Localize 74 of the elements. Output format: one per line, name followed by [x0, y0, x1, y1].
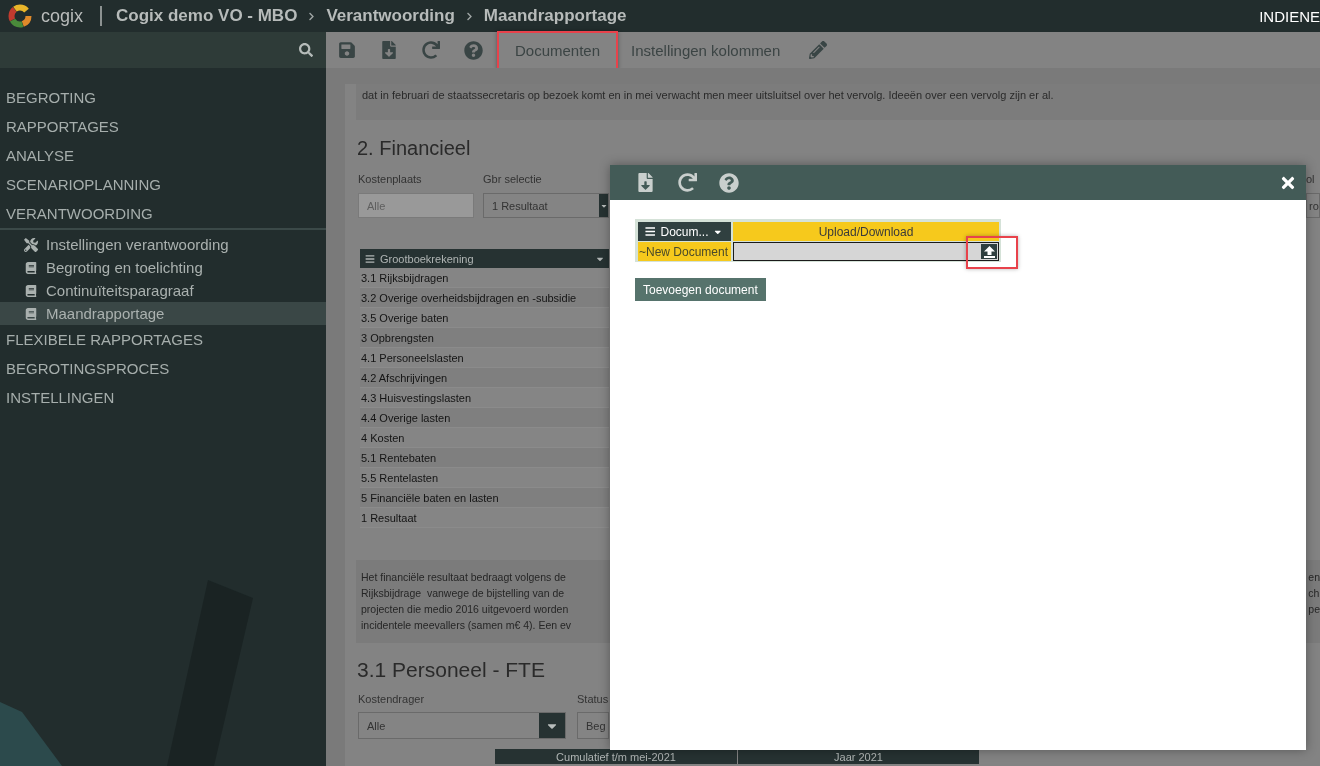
- paragraph-text: Het financiële resultaat bedraagt volgens de: [361, 570, 567, 585]
- table-cell: ~New Document: [638, 242, 731, 261]
- field-label: Kostenplaats: [358, 172, 423, 186]
- table-cell: 4.2 Afschrijvingen: [360, 368, 609, 388]
- select-field[interactable]: 1 Resultaat: [483, 193, 609, 218]
- column-menu-button[interactable]: Docum...: [638, 222, 731, 241]
- decorative-corner: [0, 702, 62, 766]
- menu-icon: [365, 253, 375, 264]
- field-label: ol: [1306, 172, 1316, 186]
- paragraph-text: dat in februari de staatssecretaris op bezoek komt en in mei verwacht men meer uitsluitsel over het vervolg. Ideeën over een vervolg zijn er al.: [356, 84, 1320, 120]
- file-field[interactable]: [733, 242, 999, 261]
- search-icon[interactable]: [299, 43, 313, 57]
- section-title: 2. Financieel: [357, 136, 471, 160]
- table-cell: 5.1 Rentebaten: [360, 448, 609, 468]
- column-header[interactable]: Grootboekrekening: [360, 249, 609, 268]
- file-download-icon: [380, 41, 398, 59]
- table-cell: 3.2 Overige overheidsbijdragen en -subsidie: [360, 288, 609, 308]
- sidebar-subitem[interactable]: Begroting en toelichting: [0, 256, 326, 279]
- sidebar-item[interactable]: BEGROTINGSPROCES: [0, 354, 326, 383]
- help-icon: [719, 172, 739, 193]
- help-icon: [463, 40, 483, 60]
- help-button[interactable]: [461, 38, 485, 62]
- refresh-button[interactable]: [675, 170, 699, 195]
- column-header: Cumulatief t/m mei-2021: [495, 749, 737, 764]
- sidebar-item[interactable]: SCENARIOPLANNING: [0, 170, 326, 199]
- add-document-button[interactable]: Toevoegen document: [635, 278, 766, 301]
- save-icon: [338, 41, 356, 59]
- select-field[interactable]: Alle: [358, 712, 566, 739]
- table-cell: 4.4 Overige lasten: [360, 408, 609, 428]
- sidebar-subitem[interactable]: Maandrapportage: [0, 302, 326, 325]
- refresh-icon: [677, 173, 697, 192]
- breadcrumb-link[interactable]: Maandrapportage: [483, 6, 627, 26]
- breadcrumb-link[interactable]: Cogix demo VO - MBO: [116, 6, 298, 26]
- column-header: Upload/Download: [733, 222, 999, 241]
- book-icon: [25, 284, 37, 297]
- sidebar-item[interactable]: FLEXIBELE RAPPORTAGES: [0, 325, 326, 354]
- upload-button[interactable]: [981, 244, 997, 259]
- chevron-right-icon: [307, 11, 317, 21]
- breadcrumb-link[interactable]: Verantwoording: [326, 6, 455, 26]
- file-download-icon: [635, 173, 655, 192]
- paragraph-text: incidentele meevallers (samen m€ 4). Een ev: [361, 618, 572, 633]
- sidebar-subitem[interactable]: Continuïteitsparagraaf: [0, 279, 326, 302]
- help-button[interactable]: [717, 170, 741, 195]
- tools-icon: [24, 237, 38, 252]
- table-cell: 3 Opbrengsten: [360, 328, 609, 348]
- paragraph-text: projecten die medio 2016 uitgevoerd worden: [361, 602, 570, 617]
- paragraph-text: Rijksbijdrage vanwege de bijstelling van de: [361, 586, 566, 601]
- sidebar-item[interactable]: RAPPORTAGES: [0, 112, 326, 141]
- submit-link[interactable]: INDIENE: [1259, 7, 1320, 25]
- sidebar-subitem[interactable]: Instellingen verantwoording: [0, 233, 326, 256]
- menu-icon: [645, 226, 656, 237]
- sidebar-item[interactable]: VERANTWOORDING: [0, 199, 326, 230]
- sidebar-item[interactable]: INSTELLINGEN: [0, 383, 326, 412]
- paragraph-text: ch: [1308, 586, 1320, 601]
- paragraph-text: pe: [1308, 602, 1320, 617]
- sidebar-item[interactable]: BEGROTING: [0, 83, 326, 112]
- refresh-icon: [422, 41, 440, 59]
- book-icon: [25, 261, 37, 274]
- chevron-right-icon: [464, 11, 474, 21]
- upload-icon: [983, 245, 995, 258]
- brand-name: cogix: [41, 5, 84, 27]
- field-label: Gbr selectie: [483, 172, 543, 186]
- table-cell: 5 Financiële baten en lasten: [360, 488, 609, 508]
- sidebar-item[interactable]: ANALYSE: [0, 141, 326, 170]
- logo-icon: [8, 4, 32, 28]
- field-label: Status: [577, 692, 609, 706]
- book-icon: [25, 307, 37, 320]
- paragraph-text: en: [1308, 570, 1320, 585]
- refresh-button[interactable]: [419, 38, 443, 62]
- pencil-icon: [809, 41, 828, 59]
- section-title: 3.1 Personeel - FTE: [357, 658, 545, 682]
- field-label: Kostendrager: [358, 692, 426, 706]
- input-field[interactable]: ro: [1306, 193, 1320, 218]
- input-field[interactable]: Beg: [577, 712, 609, 739]
